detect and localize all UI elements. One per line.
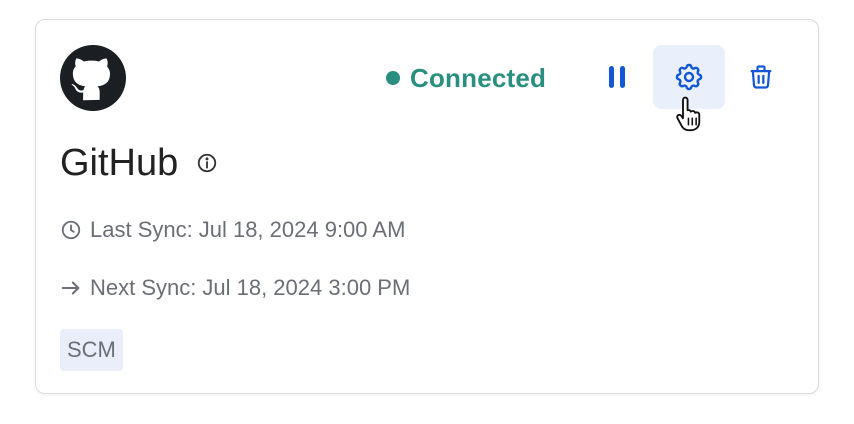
delete-button[interactable] — [725, 45, 797, 109]
last-sync-label: Last Sync: — [90, 217, 193, 242]
last-sync-row: Last Sync: Jul 18, 2024 9:00 AM — [60, 215, 405, 245]
status-label: Connected — [410, 62, 547, 93]
gear-icon — [675, 63, 703, 91]
integration-card: Connected GitHub Last Sync: Jul 18, 2024… — [35, 19, 819, 394]
category-tag: SCM — [60, 329, 123, 371]
pause-icon — [609, 66, 625, 88]
last-sync-value: Jul 18, 2024 9:00 AM — [198, 217, 406, 242]
settings-button[interactable] — [653, 45, 725, 109]
next-sync-value: Jul 18, 2024 3:00 PM — [202, 275, 411, 300]
next-sync-label: Next Sync: — [90, 275, 197, 300]
pause-button[interactable] — [581, 45, 653, 109]
clock-icon — [61, 220, 81, 240]
trash-icon — [750, 65, 772, 89]
github-logo-icon — [60, 45, 126, 111]
arrow-right-icon — [61, 281, 80, 295]
status-dot-icon — [386, 71, 400, 85]
info-icon[interactable] — [196, 152, 218, 174]
next-sync-row: Next Sync: Jul 18, 2024 3:00 PM — [60, 273, 410, 303]
connection-status: Connected — [386, 60, 546, 96]
title-row: GitHub — [60, 138, 218, 188]
integration-title: GitHub — [60, 141, 179, 184]
